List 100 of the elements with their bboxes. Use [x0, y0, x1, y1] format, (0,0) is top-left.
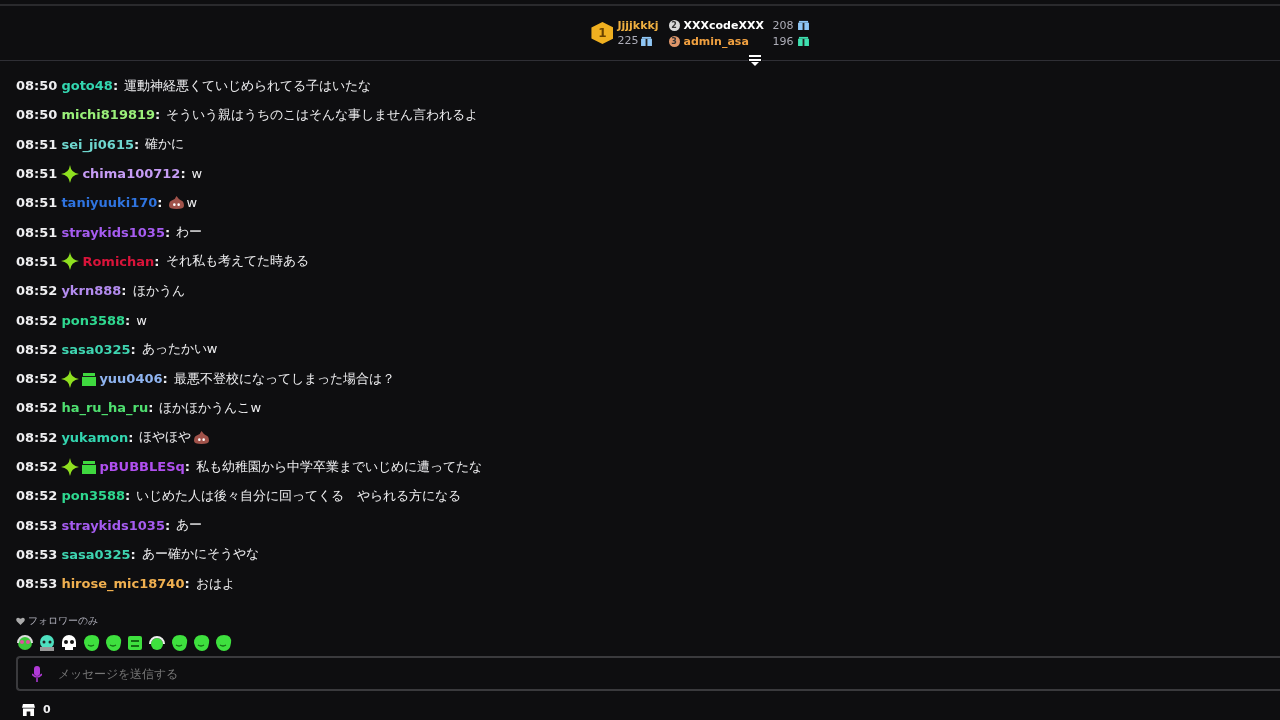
message-input[interactable]: メッセージを送信する — [16, 656, 1280, 691]
timestamp: 08:52 — [16, 341, 58, 357]
chat-mode-label: フォロワーのみ — [28, 614, 98, 628]
username[interactable]: sasa0325 — [61, 341, 131, 357]
message-text: ほかうん — [132, 281, 185, 300]
message-text: w — [136, 312, 147, 328]
emote-icon[interactable] — [82, 634, 100, 652]
colon: : — [164, 224, 171, 240]
username[interactable]: michi819819 — [61, 107, 156, 123]
microphone-icon[interactable] — [32, 666, 42, 682]
username[interactable]: straykids1035 — [61, 517, 165, 533]
gift-count: 225 — [617, 34, 639, 47]
colon: : — [184, 576, 190, 592]
colon: : — [148, 400, 154, 416]
message-text: わー — [176, 223, 203, 242]
rank-badge: 3 — [668, 35, 680, 47]
timestamp: 08:51 — [16, 195, 58, 211]
timestamp: 08:52 — [16, 371, 58, 387]
username[interactable]: hirose_mic18740 — [61, 576, 185, 592]
sparkle-badge-icon — [61, 457, 80, 476]
username[interactable]: pBUBBLESq — [99, 459, 185, 474]
message-text: おはよ — [195, 574, 235, 593]
message-text: いじめた人は後々自分に回ってくる やられる方になる — [136, 486, 462, 505]
username[interactable]: sei_ji0615 — [61, 136, 134, 152]
emote-icon[interactable] — [192, 634, 210, 652]
message-text: そういう親はうちのこはそんな事しません言われるよ — [166, 105, 479, 124]
message-text: 確かに — [145, 135, 185, 154]
timestamp: 08:52 — [16, 400, 58, 416]
emote-icon[interactable] — [38, 634, 56, 652]
message-text: ほやほや — [139, 428, 192, 447]
username[interactable]: sasa0325 — [61, 546, 131, 562]
emote-icon[interactable] — [16, 634, 34, 652]
timestamp: 08:51 — [16, 253, 58, 269]
message-text: w — [191, 166, 203, 182]
emote-icon[interactable] — [60, 634, 78, 652]
rank-badge: 2 — [668, 19, 680, 31]
emote-icon[interactable] — [214, 634, 232, 652]
colon: : — [155, 107, 161, 123]
timestamp: 08:53 — [16, 546, 58, 562]
sparkle-badge-icon — [61, 369, 80, 388]
rank-badge: 1 — [591, 22, 614, 44]
timestamp: 08:52 — [16, 488, 58, 504]
emote-icon[interactable] — [126, 634, 144, 652]
sparkle-badge-icon — [61, 252, 80, 271]
timestamp: 08:52 — [16, 283, 58, 299]
username[interactable]: yukamon — [61, 429, 129, 445]
colon: : — [162, 371, 168, 387]
username[interactable]: pon3588 — [61, 312, 126, 328]
timestamp: 08:51 — [16, 166, 58, 182]
timestamp: 08:50 — [16, 78, 58, 94]
message-text: w — [186, 195, 198, 211]
colon: : — [134, 136, 140, 152]
username[interactable]: straykids1035 — [61, 224, 165, 240]
gift-badge-icon — [82, 371, 97, 386]
gift-icon — [797, 20, 809, 30]
timestamp: 08:52 — [16, 459, 58, 474]
gift-count: 208 — [771, 18, 794, 32]
timestamp: 08:51 — [16, 136, 58, 152]
colon: : — [130, 341, 136, 357]
timestamp: 08:53 — [16, 517, 58, 533]
username[interactable]: chima100712 — [82, 166, 181, 182]
poop-emoji-icon — [168, 196, 184, 210]
timestamp: 08:50 — [16, 107, 58, 123]
message-text: ほかほかうんこw — [159, 398, 262, 417]
username[interactable]: goto48 — [61, 78, 113, 94]
username[interactable]: ykrn888 — [61, 283, 122, 299]
colon: : — [128, 429, 134, 445]
username[interactable]: ha_ru_ha_ru — [61, 400, 149, 416]
timestamp: 08:51 — [16, 224, 58, 240]
sparkle-badge-icon — [61, 164, 80, 183]
colon: : — [112, 78, 119, 94]
message-text: それ私も考えてた時ある — [165, 252, 309, 271]
colon: : — [130, 546, 136, 562]
heart-icon — [16, 617, 25, 625]
timestamp: 08:52 — [16, 312, 58, 328]
leader-name: Jjjjkkkj — [617, 19, 659, 32]
emote-icon[interactable] — [170, 634, 188, 652]
emote-icon[interactable] — [104, 634, 122, 652]
message-text: 運動神経悪くていじめられてる子はいたな — [124, 76, 372, 95]
message-text: あったかいw — [141, 340, 218, 359]
username[interactable]: pon3588 — [61, 488, 126, 504]
gift-count: 196 — [771, 34, 794, 48]
colon: : — [157, 195, 163, 211]
gift-badge-icon — [82, 459, 97, 474]
username[interactable]: Romichan — [82, 253, 155, 269]
username[interactable]: yuu0406 — [99, 371, 163, 387]
poop-emoji-icon — [194, 430, 210, 444]
timestamp: 08:52 — [16, 429, 58, 445]
gift-icon — [797, 36, 809, 46]
emote-icon[interactable] — [148, 634, 166, 652]
gift-icon — [641, 35, 653, 46]
username[interactable]: taniyuuki170 — [61, 195, 158, 211]
leader-name: XXXcodeXXX — [683, 18, 764, 32]
shop-icon[interactable] — [22, 703, 35, 716]
colon: : — [180, 166, 186, 182]
message-text: 私も幼稚園から中学卒業までいじめに遭ってたな — [196, 457, 482, 476]
message-text: 最悪不登校になってしまった場合は？ — [173, 369, 395, 388]
colon: : — [125, 312, 131, 328]
leader-name: admin_asa — [683, 34, 750, 48]
message-text: あー — [176, 516, 203, 535]
